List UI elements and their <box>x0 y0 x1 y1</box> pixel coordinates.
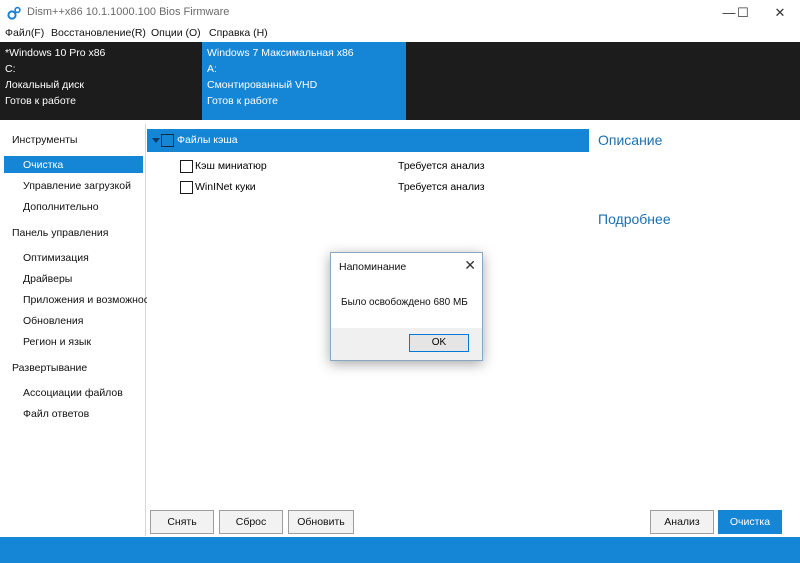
list-item[interactable]: Кэш миниатюр Требуется анализ <box>147 157 589 177</box>
sidebar-item-drivers[interactable]: Драйверы <box>23 273 72 285</box>
session-status: Готов к работе <box>5 95 76 107</box>
reset-button[interactable]: Сброс <box>219 510 283 534</box>
details-title: Подробнее <box>598 211 671 227</box>
session-type: Локальный диск <box>5 79 84 91</box>
menu-bar: Файл(F) Восстановление(R) Опции (О) Спра… <box>0 25 800 42</box>
session-os: Windows 7 Максимальная x86 <box>207 47 354 59</box>
menu-options[interactable]: Опции (О) <box>151 27 201 39</box>
sidebar-item-advanced[interactable]: Дополнительно <box>23 201 99 213</box>
wininet-cookies-status: Требуется анализ <box>398 181 485 193</box>
expand-arrow-icon[interactable] <box>152 138 160 143</box>
sidebar-item-optimization[interactable]: Оптимизация <box>23 252 89 264</box>
sidebar-item-answer-file[interactable]: Файл ответов <box>23 408 89 420</box>
menu-help[interactable]: Справка (Н) <box>209 27 268 39</box>
thumbnail-cache-status: Требуется анализ <box>398 160 485 172</box>
cache-files-group[interactable]: Файлы кэша <box>147 129 589 152</box>
analyze-button[interactable]: Анализ <box>650 510 714 534</box>
clean-button[interactable]: Очистка <box>718 510 782 534</box>
dialog-message: Было освобождено 680 МБ <box>341 297 468 308</box>
session-windows10[interactable]: *Windows 10 Pro x86 C: Локальный диск Го… <box>0 42 202 120</box>
sidebar: Инструменты Очистка Управление загрузкой… <box>0 124 149 536</box>
reminder-dialog: Напоминание ✕ Было освобождено 680 МБ OK <box>330 252 483 361</box>
sidebar-item-boot-management[interactable]: Управление загрузкой <box>23 180 131 192</box>
session-drive: A: <box>207 63 217 75</box>
wininet-cookies-checkbox[interactable] <box>180 181 193 194</box>
description-title: Описание <box>598 132 663 148</box>
sidebar-item-region-language[interactable]: Регион и язык <box>23 336 91 348</box>
sidebar-item-apps-features[interactable]: Приложения и возможнос <box>23 294 149 306</box>
session-windows7[interactable]: Windows 7 Максимальная x86 A: Смонтирова… <box>202 42 406 120</box>
session-type: Смонтированный VHD <box>207 79 318 91</box>
dialog-title: Напоминание <box>339 261 407 273</box>
maximize-button[interactable]: ☐ <box>726 0 760 25</box>
wininet-cookies-label: WinINet куки <box>195 181 256 193</box>
session-status: Готов к работе <box>207 95 278 107</box>
cache-files-checkbox[interactable] <box>161 134 174 147</box>
session-drive: C: <box>5 63 16 75</box>
window-title: Dism++x86 10.1.1000.100 Bios Firmware <box>27 6 230 18</box>
close-button[interactable]: ✕ <box>763 0 797 25</box>
dialog-close-icon[interactable]: ✕ <box>464 257 476 274</box>
sidebar-item-updates[interactable]: Обновления <box>23 315 83 327</box>
refresh-button[interactable]: Обновить <box>288 510 354 534</box>
sidebar-item-file-associations[interactable]: Ассоциации файлов <box>23 387 123 399</box>
session-os: *Windows 10 Pro x86 <box>5 47 106 59</box>
sidebar-section-deployment[interactable]: Развертывание <box>12 362 87 374</box>
sidebar-section-tools[interactable]: Инструменты <box>12 134 77 146</box>
session-bar: *Windows 10 Pro x86 C: Локальный диск Го… <box>0 42 800 120</box>
menu-file[interactable]: Файл(F) <box>5 27 44 39</box>
sidebar-section-control-panel[interactable]: Панель управления <box>12 227 108 239</box>
list-item[interactable]: WinINet куки Требуется анализ <box>147 178 589 198</box>
dialog-footer: OK <box>331 328 482 360</box>
title-bar: Dism++x86 10.1.1000.100 Bios Firmware — … <box>0 0 800 25</box>
info-panel: Описание Подробнее <box>590 124 800 536</box>
thumbnail-cache-checkbox[interactable] <box>180 160 193 173</box>
thumbnail-cache-label: Кэш миниатюр <box>195 160 267 172</box>
sidebar-item-cleanup[interactable]: Очистка <box>23 159 63 171</box>
ok-button[interactable]: OK <box>409 334 469 352</box>
status-bar <box>0 537 800 563</box>
cache-files-label: Файлы кэша <box>177 134 238 146</box>
menu-recovery[interactable]: Восстановление(R) <box>51 27 146 39</box>
uncheck-button[interactable]: Снять <box>150 510 214 534</box>
gears-icon <box>7 6 21 20</box>
